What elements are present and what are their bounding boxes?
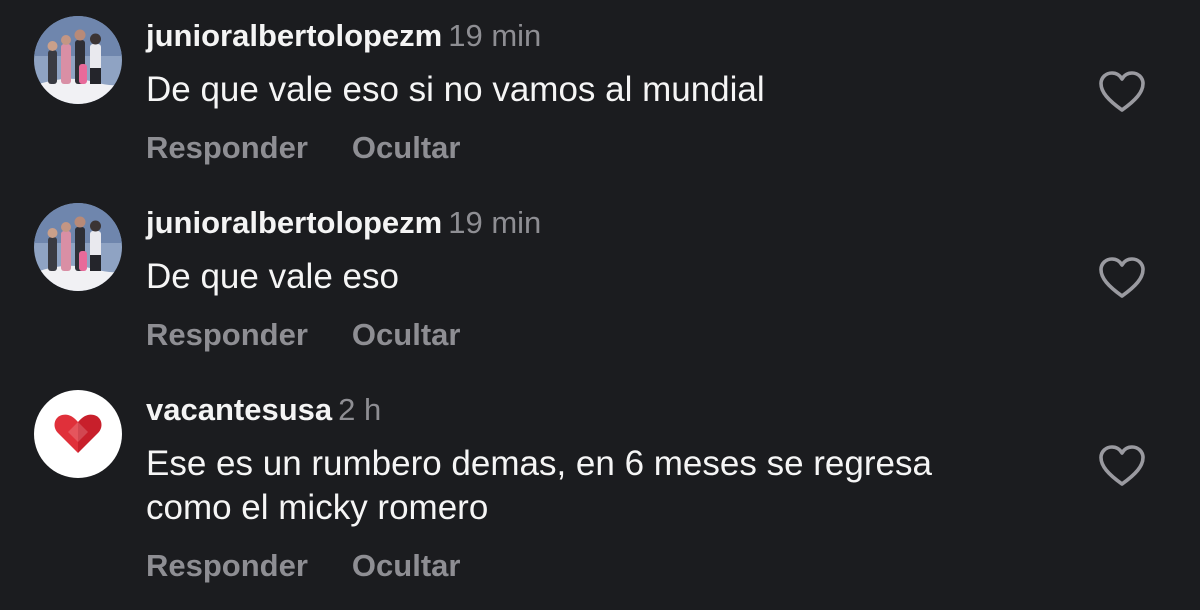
username[interactable]: vacantesusa: [146, 392, 332, 427]
comment-text: Ese es un rumbero demas, en 6 meses se r…: [146, 442, 932, 530]
red-heart-logo-icon: [34, 390, 122, 478]
heart-outline-icon: [1099, 445, 1145, 486]
comment-actions: Responder Ocultar: [146, 548, 460, 584]
username[interactable]: junioralbertolopezm: [146, 18, 442, 53]
timestamp: 19 min: [448, 18, 542, 53]
comment-actions: Responder Ocultar: [146, 130, 460, 166]
hide-button[interactable]: Ocultar: [352, 317, 461, 353]
like-button[interactable]: [1098, 444, 1146, 488]
reply-button[interactable]: Responder: [146, 317, 308, 353]
comment-actions: Responder Ocultar: [146, 317, 460, 353]
like-button[interactable]: [1098, 70, 1146, 114]
reply-button[interactable]: Responder: [146, 548, 308, 584]
avatar[interactable]: [34, 203, 122, 291]
reply-button[interactable]: Responder: [146, 130, 308, 166]
timestamp: 19 min: [448, 205, 542, 240]
hide-button[interactable]: Ocultar: [352, 548, 461, 584]
avatar[interactable]: [34, 16, 122, 104]
username[interactable]: junioralbertolopezm: [146, 205, 442, 240]
hide-button[interactable]: Ocultar: [352, 130, 461, 166]
comment-text-line: como el micky romero: [146, 488, 489, 527]
comment-text-line: Ese es un rumbero demas, en 6 meses se r…: [146, 444, 932, 483]
comment-text: De que vale eso: [146, 255, 399, 299]
comment-header: vacantesusa 2 h: [146, 392, 381, 428]
comment-text-line: De que vale eso si no vamos al mundial: [146, 70, 765, 109]
photo-avatar-icon: [34, 203, 122, 291]
photo-avatar-icon: [34, 16, 122, 104]
avatar[interactable]: [34, 390, 122, 478]
comment-header: junioralbertolopezm 19 min: [146, 205, 541, 241]
heart-outline-icon: [1099, 71, 1145, 112]
heart-outline-icon: [1099, 257, 1145, 298]
comment-text-line: De que vale eso: [146, 257, 399, 296]
comment-text: De que vale eso si no vamos al mundial: [146, 68, 765, 112]
comment-header: junioralbertolopezm 19 min: [146, 18, 541, 54]
like-button[interactable]: [1098, 256, 1146, 300]
timestamp: 2 h: [338, 392, 382, 427]
